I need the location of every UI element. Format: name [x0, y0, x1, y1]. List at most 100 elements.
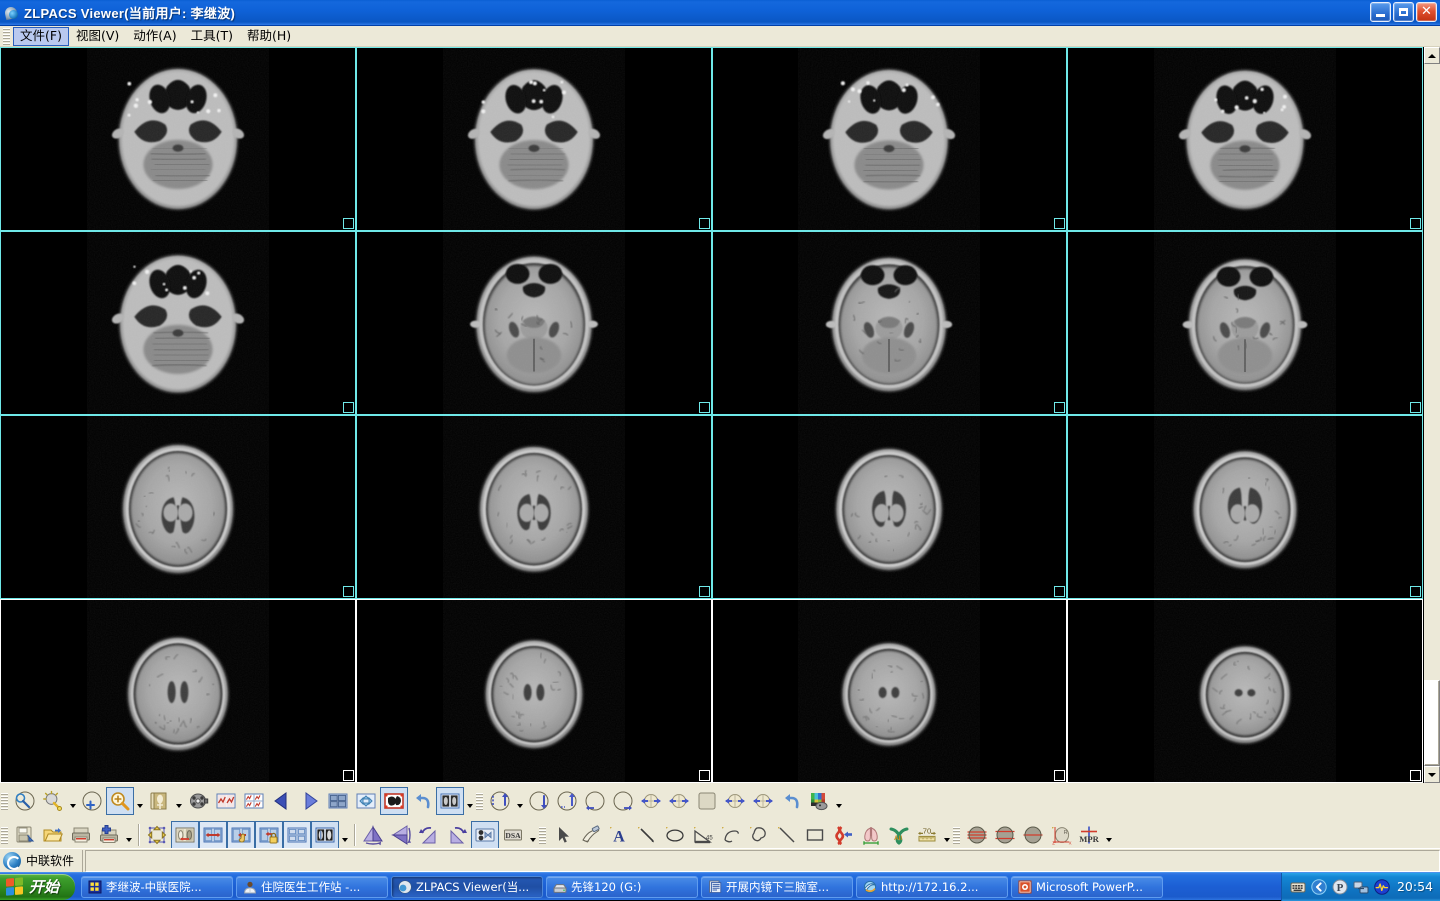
- zoom-tool-button[interactable]: [106, 787, 134, 815]
- p-utility-icon[interactable]: P: [1332, 879, 1348, 895]
- cell-corner-marker[interactable]: [1410, 770, 1421, 781]
- reset-orientation-button[interactable]: [471, 821, 499, 849]
- window-level-button[interactable]: [11, 787, 39, 815]
- pseudo-color-button[interactable]: [380, 787, 408, 815]
- compare-four-button[interactable]: [240, 787, 268, 815]
- cell-corner-marker[interactable]: [1054, 770, 1066, 781]
- dual-series-button[interactable]: [436, 787, 464, 815]
- clear-annotations-button[interactable]: All: [885, 821, 913, 849]
- arc-measure-button[interactable]: [717, 821, 745, 849]
- image-cell-15[interactable]: [711, 599, 1068, 783]
- cell-corner-marker[interactable]: [698, 402, 710, 413]
- dsa-dropdown-arrow[interactable]: [527, 821, 538, 849]
- menu-grip[interactable]: [3, 27, 10, 45]
- toolbar-grip[interactable]: [1, 792, 8, 810]
- cell-corner-marker[interactable]: [698, 586, 710, 597]
- pan-move-button[interactable]: [143, 821, 171, 849]
- taskbar-item-3[interactable]: ZLPACS Viewer(当...: [391, 875, 544, 898]
- calibrate-button[interactable]: 70: [913, 821, 941, 849]
- undo-button[interactable]: [408, 787, 436, 815]
- zhonglian-brand[interactable]: 中联软件: [0, 849, 84, 872]
- flip-series-up-button[interactable]: [486, 787, 514, 815]
- show-hidden-icons-icon[interactable]: [1311, 878, 1327, 895]
- reference-lines-button[interactable]: R Z X: [1047, 821, 1075, 849]
- menu-file[interactable]: 文件(F): [13, 26, 69, 46]
- taskbar-clock[interactable]: 20:54: [1397, 879, 1433, 894]
- scroll-up-button[interactable]: [1424, 47, 1440, 64]
- pointer-tool-button[interactable]: [549, 821, 577, 849]
- spread-right-button[interactable]: [749, 787, 777, 815]
- window-width-button[interactable]: [171, 821, 199, 849]
- vertical-scrollbar[interactable]: [1423, 47, 1440, 783]
- taskbar-item-5[interactable]: 开展内镜下三脑室...: [701, 875, 854, 898]
- cell-corner-marker[interactable]: [1054, 402, 1066, 413]
- invert-image-button[interactable]: [78, 787, 106, 815]
- text-annotation-button[interactable]: A: [605, 821, 633, 849]
- cell-corner-marker[interactable]: [342, 586, 354, 597]
- tile-layout-button[interactable]: [324, 787, 352, 815]
- zoom-tool-dropdown-arrow[interactable]: [134, 787, 145, 815]
- image-cell-8[interactable]: [1067, 231, 1423, 415]
- rotate-ccw-button[interactable]: [415, 821, 443, 849]
- cell-corner-marker[interactable]: [1054, 218, 1066, 229]
- flip-vertical-button[interactable]: [387, 821, 415, 849]
- scroll-down-button[interactable]: [1424, 766, 1440, 783]
- series-width-left-button[interactable]: [581, 787, 609, 815]
- series-width-right-button[interactable]: [609, 787, 637, 815]
- line-measure-button[interactable]: [633, 821, 661, 849]
- flip-series-up-dropdown-arrow[interactable]: [514, 787, 525, 815]
- image-cell-7[interactable]: [711, 231, 1068, 415]
- polygon-roi-button[interactable]: [745, 821, 773, 849]
- menu-tools[interactable]: 工具(T): [184, 27, 240, 46]
- lung-measure-button[interactable]: [857, 821, 885, 849]
- image-cell-14[interactable]: [355, 599, 712, 783]
- menu-help[interactable]: 帮助(H): [240, 27, 298, 46]
- close-button[interactable]: ✕: [1416, 2, 1437, 22]
- toolbar-separator-grip[interactable]: [539, 826, 546, 844]
- compare-two-button[interactable]: [212, 787, 240, 815]
- dual-series-dropdown-arrow[interactable]: [464, 787, 475, 815]
- crosshair-2-button[interactable]: [991, 821, 1019, 849]
- taskbar-item-7[interactable]: Microsoft PowerP...: [1011, 875, 1164, 898]
- image-cell-13[interactable]: [0, 599, 356, 783]
- image-cell-16[interactable]: [1067, 599, 1423, 783]
- taskbar-item-4[interactable]: 先锋120 (G:): [546, 875, 699, 898]
- pan-right-button[interactable]: [665, 787, 693, 815]
- cell-corner-marker[interactable]: [1054, 586, 1066, 597]
- image-cell-3[interactable]: [711, 47, 1068, 231]
- mpr-button[interactable]: MPR: [1075, 821, 1103, 849]
- toolbar-separator-grip[interactable]: [953, 826, 960, 844]
- image-cell-12[interactable]: [1067, 415, 1423, 599]
- image-cell-11[interactable]: [711, 415, 1068, 599]
- image-cell-1[interactable]: [0, 47, 356, 231]
- cell-corner-marker[interactable]: [1410, 402, 1421, 413]
- taskbar-item-6[interactable]: http://172.16.2...: [856, 875, 1009, 898]
- revert-button[interactable]: [777, 787, 805, 815]
- rect-roi-button[interactable]: [801, 821, 829, 849]
- hand-drag-button[interactable]: [227, 821, 255, 849]
- brightness-contrast-button[interactable]: [39, 787, 67, 815]
- maximize-button[interactable]: [1393, 2, 1414, 22]
- taskbar-item-1[interactable]: 李继波-中联医院...: [81, 875, 234, 898]
- angle-measure-button[interactable]: 45: [689, 821, 717, 849]
- cell-corner-marker[interactable]: [698, 218, 710, 229]
- menu-action[interactable]: 动作(A): [126, 27, 183, 46]
- cell-corner-marker[interactable]: [342, 218, 354, 229]
- add-print-dropdown-arrow[interactable]: [123, 821, 134, 849]
- toolbar-grip[interactable]: [1, 826, 8, 844]
- spread-left-button[interactable]: [721, 787, 749, 815]
- minimize-button[interactable]: [1370, 2, 1391, 22]
- previous-image-button[interactable]: [268, 787, 296, 815]
- dsa-button[interactable]: DSA: [499, 821, 527, 849]
- brightness-contrast-dropdown-arrow[interactable]: [67, 787, 78, 815]
- toolbar-separator-grip[interactable]: [476, 792, 483, 810]
- add-print-button[interactable]: [95, 821, 123, 849]
- taskbar-item-2[interactable]: 住院医生工作站 -...: [236, 875, 389, 898]
- color-map-dropdown-arrow[interactable]: [833, 787, 844, 815]
- ellipse-roi-button[interactable]: [661, 821, 689, 849]
- image-cell-4[interactable]: [1067, 47, 1423, 231]
- image-cell-2[interactable]: [355, 47, 712, 231]
- next-image-button[interactable]: [296, 787, 324, 815]
- cell-corner-marker[interactable]: [1410, 586, 1421, 597]
- freehand-draw-button[interactable]: [577, 821, 605, 849]
